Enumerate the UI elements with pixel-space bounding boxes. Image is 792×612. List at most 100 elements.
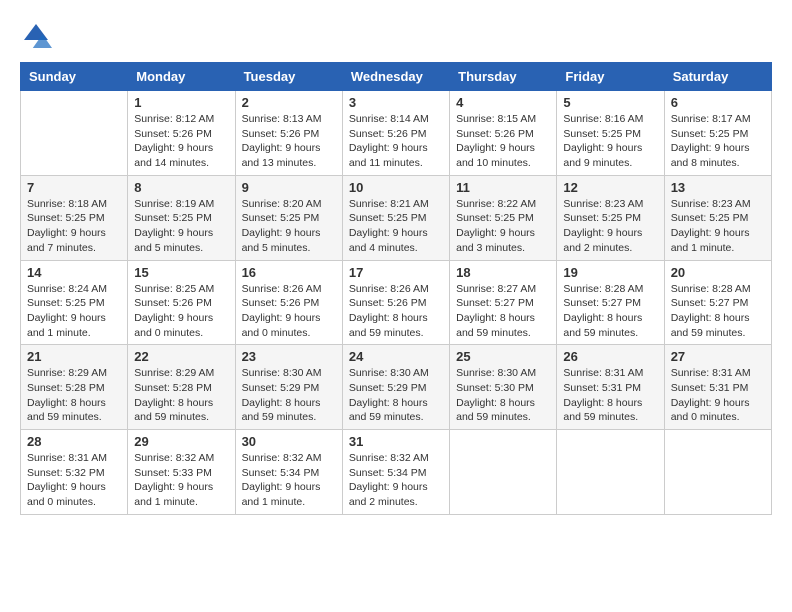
- day-cell: 20 Sunrise: 8:28 AMSunset: 5:27 PMDayligh…: [664, 260, 771, 345]
- day-info: Sunrise: 8:29 AMSunset: 5:28 PMDaylight:…: [134, 366, 228, 425]
- day-number: 5: [563, 95, 657, 110]
- logo-icon: [20, 20, 52, 52]
- day-cell: 9 Sunrise: 8:20 AMSunset: 5:25 PMDaylight…: [235, 175, 342, 260]
- day-number: 14: [27, 265, 121, 280]
- page-header: [20, 20, 772, 52]
- weekday-header-thursday: Thursday: [450, 63, 557, 91]
- day-cell: 3 Sunrise: 8:14 AMSunset: 5:26 PMDaylight…: [342, 91, 449, 176]
- day-number: 13: [671, 180, 765, 195]
- day-number: 23: [242, 349, 336, 364]
- day-number: 12: [563, 180, 657, 195]
- day-number: 11: [456, 180, 550, 195]
- day-number: 7: [27, 180, 121, 195]
- day-number: 16: [242, 265, 336, 280]
- week-row-3: 14 Sunrise: 8:24 AMSunset: 5:25 PMDayligh…: [21, 260, 772, 345]
- day-info: Sunrise: 8:30 AMSunset: 5:30 PMDaylight:…: [456, 366, 550, 425]
- day-number: 1: [134, 95, 228, 110]
- day-cell: 17 Sunrise: 8:26 AMSunset: 5:26 PMDayligh…: [342, 260, 449, 345]
- weekday-header-friday: Friday: [557, 63, 664, 91]
- day-cell: 25 Sunrise: 8:30 AMSunset: 5:30 PMDayligh…: [450, 345, 557, 430]
- day-info: Sunrise: 8:15 AMSunset: 5:26 PMDaylight:…: [456, 112, 550, 171]
- day-info: Sunrise: 8:25 AMSunset: 5:26 PMDaylight:…: [134, 282, 228, 341]
- weekday-header-wednesday: Wednesday: [342, 63, 449, 91]
- day-cell: [450, 430, 557, 515]
- day-number: 8: [134, 180, 228, 195]
- day-number: 6: [671, 95, 765, 110]
- week-row-5: 28Sunrise: 8:31 AMSunset: 5:32 PMDayligh…: [21, 430, 772, 515]
- day-cell: 24 Sunrise: 8:30 AMSunset: 5:29 PMDayligh…: [342, 345, 449, 430]
- day-info: Sunrise: 8:16 AMSunset: 5:25 PMDaylight:…: [563, 112, 657, 171]
- day-info: Sunrise: 8:30 AMSunset: 5:29 PMDaylight:…: [349, 366, 443, 425]
- calendar: SundayMondayTuesdayWednesdayThursdayFrid…: [20, 62, 772, 515]
- day-number: 3: [349, 95, 443, 110]
- day-cell: 31Sunrise: 8:32 AMSunset: 5:34 PMDayligh…: [342, 430, 449, 515]
- day-info: Sunrise: 8:28 AMSunset: 5:27 PMDaylight:…: [671, 282, 765, 341]
- week-row-1: 1 Sunrise: 8:12 AMSunset: 5:26 PMDaylight…: [21, 91, 772, 176]
- day-info: Sunrise: 8:31 AMSunset: 5:31 PMDaylight:…: [563, 366, 657, 425]
- day-cell: 5 Sunrise: 8:16 AMSunset: 5:25 PMDaylight…: [557, 91, 664, 176]
- day-info: Sunrise: 8:20 AMSunset: 5:25 PMDaylight:…: [242, 197, 336, 256]
- day-info: Sunrise: 8:29 AMSunset: 5:28 PMDaylight:…: [27, 366, 121, 425]
- day-number: 25: [456, 349, 550, 364]
- week-row-2: 7 Sunrise: 8:18 AMSunset: 5:25 PMDaylight…: [21, 175, 772, 260]
- day-info: Sunrise: 8:22 AMSunset: 5:25 PMDaylight:…: [456, 197, 550, 256]
- weekday-header-tuesday: Tuesday: [235, 63, 342, 91]
- day-info: Sunrise: 8:12 AMSunset: 5:26 PMDaylight:…: [134, 112, 228, 171]
- day-cell: 29 Sunrise: 8:32 AMSunset: 5:33 PMDayligh…: [128, 430, 235, 515]
- day-number: 19: [563, 265, 657, 280]
- day-info: Sunrise: 8:28 AMSunset: 5:27 PMDaylight:…: [563, 282, 657, 341]
- day-cell: 18Sunrise: 8:27 AMSunset: 5:27 PMDayligh…: [450, 260, 557, 345]
- day-cell: 16 Sunrise: 8:26 AMSunset: 5:26 PMDayligh…: [235, 260, 342, 345]
- day-info: Sunrise: 8:32 AMSunset: 5:33 PMDaylight:…: [134, 451, 228, 510]
- day-number: 10: [349, 180, 443, 195]
- day-info: Sunrise: 8:32 AMSunset: 5:34 PMDaylight:…: [349, 451, 443, 510]
- day-cell: 15 Sunrise: 8:25 AMSunset: 5:26 PMDayligh…: [128, 260, 235, 345]
- day-cell: 2Sunrise: 8:13 AMSunset: 5:26 PMDaylight…: [235, 91, 342, 176]
- day-number: 15: [134, 265, 228, 280]
- day-info: Sunrise: 8:14 AMSunset: 5:26 PMDaylight:…: [349, 112, 443, 171]
- day-number: 20: [671, 265, 765, 280]
- day-info: Sunrise: 8:24 AMSunset: 5:25 PMDaylight:…: [27, 282, 121, 341]
- day-number: 2: [242, 95, 336, 110]
- day-number: 30: [242, 434, 336, 449]
- day-info: Sunrise: 8:26 AMSunset: 5:26 PMDaylight:…: [349, 282, 443, 341]
- day-cell: 10 Sunrise: 8:21 AMSunset: 5:25 PMDayligh…: [342, 175, 449, 260]
- day-number: 9: [242, 180, 336, 195]
- day-info: Sunrise: 8:23 AMSunset: 5:25 PMDaylight:…: [563, 197, 657, 256]
- day-info: Sunrise: 8:19 AMSunset: 5:25 PMDaylight:…: [134, 197, 228, 256]
- day-cell: 8 Sunrise: 8:19 AMSunset: 5:25 PMDaylight…: [128, 175, 235, 260]
- day-number: 27: [671, 349, 765, 364]
- day-number: 22: [134, 349, 228, 364]
- day-info: Sunrise: 8:26 AMSunset: 5:26 PMDaylight:…: [242, 282, 336, 341]
- day-number: 29: [134, 434, 228, 449]
- day-info: Sunrise: 8:23 AMSunset: 5:25 PMDaylight:…: [671, 197, 765, 256]
- day-info: Sunrise: 8:27 AMSunset: 5:27 PMDaylight:…: [456, 282, 550, 341]
- day-cell: 26 Sunrise: 8:31 AMSunset: 5:31 PMDayligh…: [557, 345, 664, 430]
- day-info: Sunrise: 8:31 AMSunset: 5:32 PMDaylight:…: [27, 451, 121, 510]
- day-cell: [21, 91, 128, 176]
- day-cell: 6Sunrise: 8:17 AMSunset: 5:25 PMDaylight…: [664, 91, 771, 176]
- day-cell: 30 Sunrise: 8:32 AMSunset: 5:34 PMDayligh…: [235, 430, 342, 515]
- day-cell: 14 Sunrise: 8:24 AMSunset: 5:25 PMDayligh…: [21, 260, 128, 345]
- day-cell: 11 Sunrise: 8:22 AMSunset: 5:25 PMDayligh…: [450, 175, 557, 260]
- day-info: Sunrise: 8:32 AMSunset: 5:34 PMDaylight:…: [242, 451, 336, 510]
- day-cell: 12 Sunrise: 8:23 AMSunset: 5:25 PMDayligh…: [557, 175, 664, 260]
- day-cell: 22 Sunrise: 8:29 AMSunset: 5:28 PMDayligh…: [128, 345, 235, 430]
- day-cell: 1 Sunrise: 8:12 AMSunset: 5:26 PMDaylight…: [128, 91, 235, 176]
- day-info: Sunrise: 8:18 AMSunset: 5:25 PMDaylight:…: [27, 197, 121, 256]
- day-info: Sunrise: 8:31 AMSunset: 5:31 PMDaylight:…: [671, 366, 765, 425]
- logo: [20, 20, 56, 52]
- weekday-header-sunday: Sunday: [21, 63, 128, 91]
- day-number: 24: [349, 349, 443, 364]
- day-number: 17: [349, 265, 443, 280]
- day-cell: [664, 430, 771, 515]
- day-info: Sunrise: 8:21 AMSunset: 5:25 PMDaylight:…: [349, 197, 443, 256]
- day-info: Sunrise: 8:30 AMSunset: 5:29 PMDaylight:…: [242, 366, 336, 425]
- day-cell: 13 Sunrise: 8:23 AMSunset: 5:25 PMDayligh…: [664, 175, 771, 260]
- day-cell: 4Sunrise: 8:15 AMSunset: 5:26 PMDaylight…: [450, 91, 557, 176]
- weekday-header-row: SundayMondayTuesdayWednesdayThursdayFrid…: [21, 63, 772, 91]
- week-row-4: 21 Sunrise: 8:29 AMSunset: 5:28 PMDayligh…: [21, 345, 772, 430]
- day-number: 21: [27, 349, 121, 364]
- day-cell: 21 Sunrise: 8:29 AMSunset: 5:28 PMDayligh…: [21, 345, 128, 430]
- day-number: 26: [563, 349, 657, 364]
